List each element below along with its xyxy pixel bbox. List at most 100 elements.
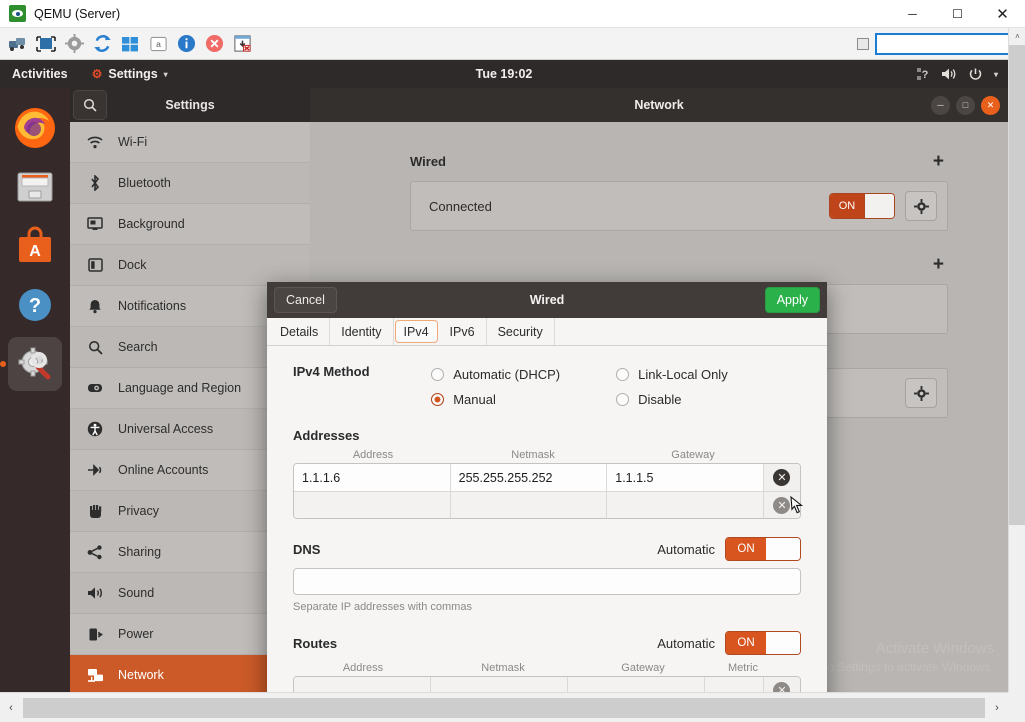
host-window-controls: ─ ☐ ✕ bbox=[890, 0, 1025, 28]
routes-table: ✕ bbox=[293, 676, 801, 692]
online-accounts-icon bbox=[86, 463, 104, 477]
sidebar-item-label: Language and Region bbox=[118, 381, 241, 395]
dns-automatic-toggle[interactable]: ON bbox=[725, 537, 801, 561]
host-close-button[interactable]: ✕ bbox=[980, 0, 1025, 28]
netmask-input[interactable]: 255.255.255.252 bbox=[451, 464, 608, 491]
sidebar-item-label: Universal Access bbox=[118, 422, 213, 436]
sidebar-item-background[interactable]: Background bbox=[70, 204, 310, 245]
dock-item-help[interactable]: ? bbox=[8, 278, 62, 332]
tab-ipv6[interactable]: IPv6 bbox=[439, 318, 487, 345]
route-netmask-input[interactable] bbox=[431, 677, 568, 692]
host-title-bar: QEMU (Server) ─ ☐ ✕ bbox=[0, 0, 1025, 28]
cancel-icon[interactable] bbox=[203, 33, 225, 55]
settings-maximize-button[interactable]: □ bbox=[956, 96, 975, 115]
address-input[interactable]: 1.1.1.6 bbox=[294, 464, 451, 491]
language-icon bbox=[86, 382, 104, 394]
gear-icon[interactable] bbox=[905, 191, 937, 221]
sidebar-header: Settings bbox=[70, 88, 310, 122]
routes-toggle-knob bbox=[766, 632, 800, 654]
qemu-icon bbox=[9, 5, 26, 22]
add-second-group-button[interactable]: + bbox=[929, 255, 948, 274]
addresses-table: 1.1.1.6 255.255.255.252 1.1.1.5 ✕ ✕ bbox=[293, 463, 801, 519]
column-header-metric: Metric bbox=[713, 662, 773, 674]
cancel-button[interactable]: Cancel bbox=[274, 287, 337, 313]
settings-minimize-button[interactable]: ─ bbox=[931, 96, 950, 115]
delete-circle-icon: ✕ bbox=[773, 497, 790, 514]
tab-details[interactable]: Details bbox=[269, 318, 330, 345]
gear-icon[interactable] bbox=[905, 378, 937, 408]
sidebar-item-bluetooth[interactable]: Bluetooth bbox=[70, 163, 310, 204]
tab-ipv4[interactable]: IPv4 bbox=[395, 320, 438, 343]
scroll-left-button[interactable]: ‹ bbox=[0, 702, 22, 714]
settings-close-button[interactable]: ✕ bbox=[981, 96, 1000, 115]
addresses-title: Addresses bbox=[293, 428, 801, 443]
tab-security[interactable]: Security bbox=[487, 318, 555, 345]
search-icon[interactable] bbox=[73, 90, 107, 120]
delete-address-row-button[interactable]: ✕ bbox=[764, 464, 800, 491]
fullscreen-icon[interactable] bbox=[35, 33, 57, 55]
windows-icon[interactable] bbox=[119, 33, 141, 55]
sidebar-item-wi-fi[interactable]: Wi-Fi bbox=[70, 122, 310, 163]
dns-automatic-label: Automatic bbox=[657, 542, 715, 557]
dock-item-firefox[interactable] bbox=[8, 101, 62, 155]
route-metric-input[interactable] bbox=[705, 677, 764, 692]
radio-manual[interactable]: Manual bbox=[431, 387, 616, 412]
routes-automatic-label: Automatic bbox=[657, 636, 715, 651]
route-gateway-input[interactable] bbox=[568, 677, 705, 692]
sidebar-item-label: Privacy bbox=[118, 504, 159, 518]
netmask-input[interactable] bbox=[451, 492, 608, 519]
address-input[interactable] bbox=[294, 492, 451, 519]
toolbar-checkbox[interactable] bbox=[857, 38, 869, 50]
keyboard-icon[interactable]: a bbox=[147, 33, 169, 55]
dock-item-ubuntu-software[interactable]: A bbox=[8, 219, 62, 273]
refresh-icon[interactable] bbox=[91, 33, 113, 55]
host-horizontal-scrollbar[interactable]: ‹ › bbox=[0, 692, 1008, 722]
column-header-address: Address bbox=[293, 449, 453, 461]
gateway-input[interactable] bbox=[607, 492, 764, 519]
connection-toggle[interactable]: ON bbox=[829, 193, 895, 219]
settings-gear-icon[interactable] bbox=[63, 33, 85, 55]
connection-status-label: Connected bbox=[429, 199, 492, 214]
bell-icon bbox=[86, 299, 104, 314]
vertical-scroll-thumb[interactable] bbox=[1009, 45, 1025, 525]
sidebar-item-dock[interactable]: Dock bbox=[70, 245, 310, 286]
dns-servers-input[interactable] bbox=[293, 568, 801, 595]
delete-route-row-button[interactable]: ✕ bbox=[764, 677, 800, 692]
radio-disable[interactable]: Disable bbox=[616, 387, 801, 412]
tab-identity[interactable]: Identity bbox=[330, 318, 393, 345]
desktop-watermark: Activate Windows Go to Settings to activ… bbox=[805, 638, 994, 676]
table-row: ✕ bbox=[294, 491, 800, 518]
dock-item-settings[interactable] bbox=[8, 337, 62, 391]
screenshot-icon[interactable] bbox=[231, 33, 253, 55]
radio-link-local-only[interactable]: Link-Local Only bbox=[616, 362, 801, 387]
network-cards-icon[interactable] bbox=[7, 33, 29, 55]
clock[interactable]: Tue 19:02 bbox=[0, 67, 1008, 81]
dns-toggle-state: ON bbox=[726, 538, 766, 560]
scroll-up-button[interactable]: ˄ bbox=[1009, 28, 1025, 45]
sharing-icon bbox=[86, 545, 104, 560]
network-icon bbox=[86, 668, 104, 683]
routes-automatic-toggle[interactable]: ON bbox=[725, 631, 801, 655]
wired-group-header: Wired + bbox=[410, 152, 948, 171]
host-minimize-button[interactable]: ─ bbox=[890, 0, 935, 28]
toolbar-text-field[interactable] bbox=[875, 33, 1018, 55]
add-wired-button[interactable]: + bbox=[929, 152, 948, 171]
column-header-gateway: Gateway bbox=[613, 449, 773, 461]
apply-button[interactable]: Apply bbox=[765, 287, 820, 313]
radio-automatic-dhcp[interactable]: Automatic (DHCP) bbox=[431, 362, 616, 387]
delete-address-row-button[interactable]: ✕ bbox=[764, 492, 800, 518]
wired-connection-card: Connected ON bbox=[410, 181, 948, 231]
scroll-right-button[interactable]: › bbox=[986, 702, 1008, 714]
horizontal-scroll-thumb[interactable] bbox=[23, 698, 985, 718]
sidebar-item-label: Notifications bbox=[118, 299, 186, 313]
tray-chevron-down-icon[interactable]: ▾ bbox=[994, 70, 998, 79]
host-vertical-scrollbar[interactable]: ˄ ˅ bbox=[1008, 28, 1025, 722]
guest-desktop: Tue 19:02 Activities ⚙ Settings ▾ ? ▾ bbox=[0, 60, 1008, 692]
sidebar-item-label: Online Accounts bbox=[118, 463, 208, 477]
info-icon[interactable] bbox=[175, 33, 197, 55]
power-plug-icon bbox=[86, 627, 104, 642]
host-maximize-button[interactable]: ☐ bbox=[935, 0, 980, 28]
route-address-input[interactable] bbox=[294, 677, 431, 692]
gateway-input[interactable]: 1.1.1.5 bbox=[607, 464, 764, 491]
dock-item-files[interactable] bbox=[8, 160, 62, 214]
